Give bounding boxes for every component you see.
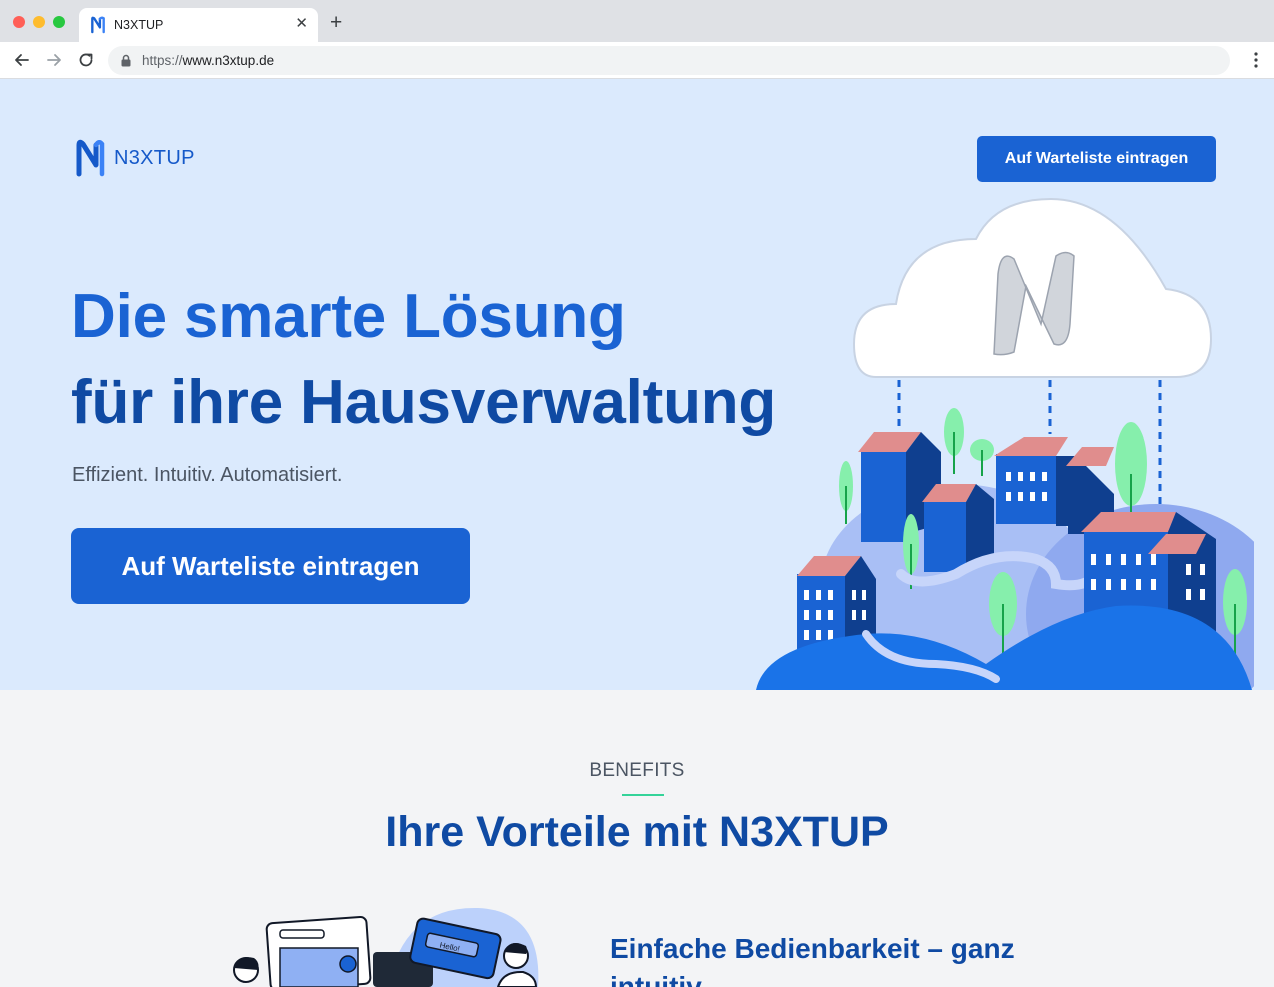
hero-section: N3XTUP Auf Warteliste eintragen Die smar…: [0, 79, 1274, 690]
window-minimize-button[interactable]: [33, 16, 45, 28]
hero-title: Die smarte Lösung für ihre Hausverwaltun…: [71, 274, 776, 446]
waitlist-header-button[interactable]: Auf Warteliste eintragen: [977, 136, 1216, 182]
people-devices-illustration: Hello!: [233, 907, 539, 987]
url-host: www.n3xtup.de: [182, 53, 275, 68]
waitlist-hero-button[interactable]: Auf Warteliste eintragen: [71, 528, 470, 604]
benefit-heading-usability: Einfache Bedienbarkeit – ganz intuitiv: [610, 933, 1015, 987]
tab-close-icon[interactable]: ✕: [295, 15, 308, 33]
window-maximize-button[interactable]: [53, 16, 65, 28]
url-scheme: https://: [142, 53, 183, 68]
lock-icon: [121, 54, 131, 67]
reload-icon[interactable]: [76, 50, 96, 70]
browser-tab-bar: N3XTUP ✕ +: [0, 0, 1274, 42]
forward-arrow-icon[interactable]: [44, 50, 64, 70]
cloud-city-illustration: [756, 197, 1254, 690]
back-arrow-icon[interactable]: [12, 50, 32, 70]
tab-title: N3XTUP: [114, 18, 164, 32]
window-close-button[interactable]: [13, 16, 25, 28]
hero-title-line-1: Die smarte Lösung: [71, 282, 626, 351]
url-text: https://www.n3xtup.de: [142, 53, 274, 68]
hero-title-line-2: für ihre Hausverwaltung: [71, 368, 777, 437]
address-bar[interactable]: https://www.n3xtup.de: [108, 46, 1230, 75]
n3xtup-favicon-icon: [91, 16, 105, 34]
browser-tab-active[interactable]: N3XTUP ✕: [79, 8, 318, 42]
eyebrow-divider: [622, 794, 664, 796]
benefits-title: Ihre Vorteile mit N3XTUP: [385, 808, 889, 856]
browser-menu-icon[interactable]: [1254, 52, 1258, 68]
n3xtup-logo-icon: [76, 139, 105, 177]
new-tab-button[interactable]: +: [330, 12, 342, 34]
benefits-eyebrow: BENEFITS: [589, 760, 685, 781]
brand-name: N3XTUP: [114, 147, 195, 169]
benefits-section: BENEFITS Ihre Vorteile mit N3XTUP Hello!…: [0, 690, 1274, 987]
cloud-icon: [852, 197, 1213, 378]
browser-toolbar: https://www.n3xtup.de: [0, 42, 1274, 79]
hero-subtitle: Effizient. Intuitiv. Automatisiert.: [72, 464, 343, 486]
